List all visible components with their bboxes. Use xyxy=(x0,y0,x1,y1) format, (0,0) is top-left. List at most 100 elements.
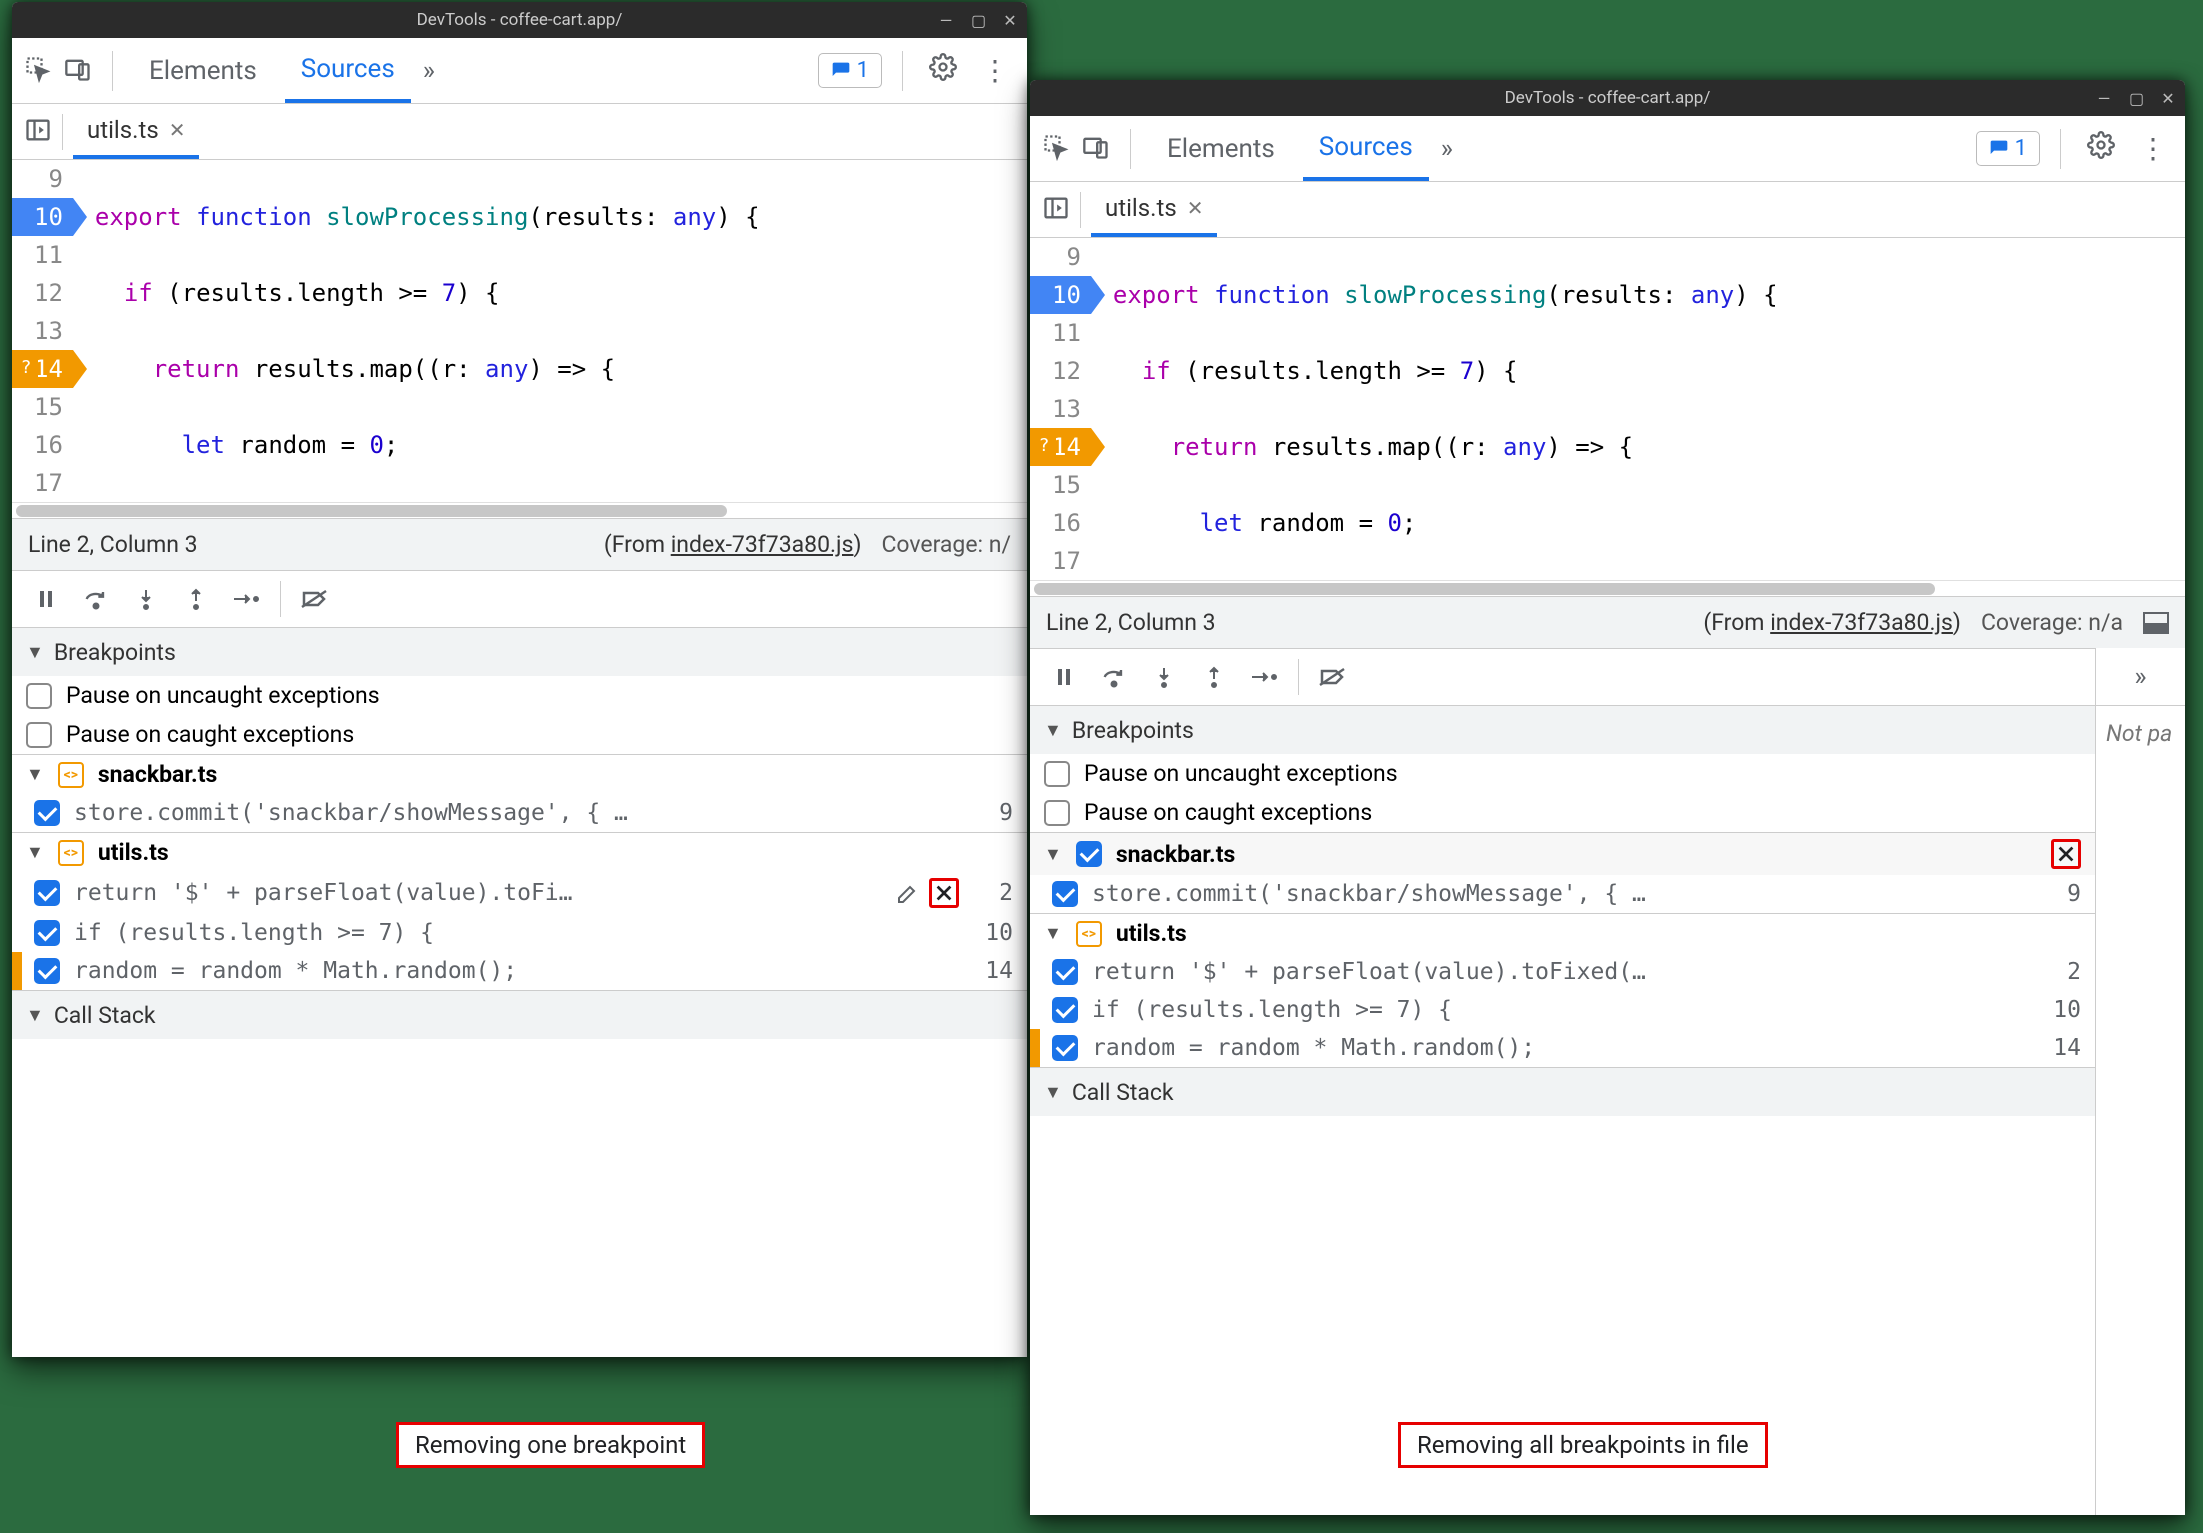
breakpoint-group-utils[interactable]: ▼ <> utils.ts xyxy=(12,833,1027,872)
checkbox[interactable] xyxy=(1052,959,1078,985)
show-navigator-icon[interactable] xyxy=(1042,194,1070,226)
checkbox[interactable] xyxy=(34,958,60,984)
tab-sources[interactable]: Sources xyxy=(285,38,411,103)
titlebar[interactable]: DevTools - coffee-cart.app/ — ▢ ✕ xyxy=(12,2,1027,38)
tab-sources[interactable]: Sources xyxy=(1303,116,1429,181)
step-into-icon[interactable] xyxy=(124,577,168,621)
callstack-heading[interactable]: ▼ Call Stack xyxy=(1030,1068,2095,1116)
settings-icon[interactable] xyxy=(923,53,963,88)
gutter[interactable]: 9 10 11 12 13 ?14 15 16 17 xyxy=(12,160,73,502)
breakpoint-group-snackbar[interactable]: ▼ <> snackbar.ts xyxy=(12,755,1027,794)
checkbox[interactable] xyxy=(1052,881,1078,907)
checkbox[interactable] xyxy=(1044,761,1070,787)
checkbox[interactable] xyxy=(34,920,60,946)
close-tab-icon[interactable]: ✕ xyxy=(1187,196,1204,220)
from-label: (From index-73f73a80.js) xyxy=(1703,609,1961,636)
orange-marker xyxy=(12,952,22,990)
pause-icon[interactable] xyxy=(1042,655,1086,699)
breakpoint-item[interactable]: store.commit('snackbar/showMessage', { …… xyxy=(12,794,1027,832)
maximize-icon[interactable]: ▢ xyxy=(971,11,985,30)
deactivate-breakpoints-icon[interactable] xyxy=(1311,655,1355,699)
tab-elements[interactable]: Elements xyxy=(133,38,273,103)
minimize-icon[interactable]: — xyxy=(2097,89,2111,108)
step-out-icon[interactable] xyxy=(174,577,218,621)
callstack-heading[interactable]: ▼ Call Stack xyxy=(12,991,1027,1039)
pause-uncaught-row[interactable]: Pause on uncaught exceptions xyxy=(1030,754,2095,793)
minimize-icon[interactable]: — xyxy=(939,11,953,30)
chevron-down-icon: ▼ xyxy=(1044,720,1062,741)
checkbox[interactable] xyxy=(1044,800,1070,826)
inspect-icon[interactable] xyxy=(24,55,52,87)
code-content[interactable]: export function slowProcessing(results: … xyxy=(1091,238,2185,580)
code-editor[interactable]: 9 10 11 12 13 ?14 15 16 17 export functi… xyxy=(1030,238,2185,580)
remove-file-breakpoints-button[interactable] xyxy=(2051,839,2081,869)
kebab-icon[interactable]: ⋮ xyxy=(2133,132,2173,165)
breakpoint-item[interactable]: return '$' + parseFloat(value).toFixed(…… xyxy=(1030,953,2095,991)
ts-file-icon: <> xyxy=(58,840,84,866)
breakpoint-item[interactable]: random = random * Math.random(); 14 xyxy=(1030,1029,2095,1067)
status-bar: Line 2, Column 3 (From index-73f73a80.js… xyxy=(12,518,1027,570)
pause-caught-row[interactable]: Pause on caught exceptions xyxy=(12,715,1027,754)
deactivate-breakpoints-icon[interactable] xyxy=(293,577,337,621)
code-editor[interactable]: 9 10 11 12 13 ?14 15 16 17 export functi… xyxy=(12,160,1027,502)
window-title: DevTools - coffee-cart.app/ xyxy=(417,10,623,30)
breakpoint-group-utils[interactable]: ▼ <> utils.ts xyxy=(1030,914,2095,953)
pause-uncaught-row[interactable]: Pause on uncaught exceptions xyxy=(12,676,1027,715)
show-navigator-icon[interactable] xyxy=(24,116,52,148)
more-tabs-icon[interactable]: » xyxy=(1441,134,1453,164)
close-icon[interactable]: ✕ xyxy=(1003,11,1017,30)
breakpoint-group-snackbar[interactable]: ▼ snackbar.ts xyxy=(1030,833,2095,875)
source-map-link[interactable]: index-73f73a80.js xyxy=(1770,609,1953,636)
checkbox[interactable] xyxy=(26,683,52,709)
step-out-icon[interactable] xyxy=(1192,655,1236,699)
settings-icon[interactable] xyxy=(2081,131,2121,166)
breakpoint-item[interactable]: if (results.length >= 7) { 10 xyxy=(1030,991,2095,1029)
expand-pane-icon[interactable]: » xyxy=(2134,662,2146,692)
breakpoint-item[interactable]: if (results.length >= 7) { 10 xyxy=(12,914,1027,952)
breakpoint-item[interactable]: random = random * Math.random(); 14 xyxy=(12,952,1027,990)
breakpoints-heading[interactable]: ▼ Breakpoints xyxy=(1030,706,2095,754)
source-map-link[interactable]: index-73f73a80.js xyxy=(671,531,854,558)
checkbox[interactable] xyxy=(1052,1035,1078,1061)
checkbox[interactable] xyxy=(1052,997,1078,1023)
step-into-icon[interactable] xyxy=(1142,655,1186,699)
horizontal-scrollbar[interactable] xyxy=(12,502,1027,518)
coverage-label: Coverage: n/ xyxy=(881,531,1011,558)
cursor-position: Line 2, Column 3 xyxy=(28,531,198,558)
close-tab-icon[interactable]: ✕ xyxy=(169,118,186,142)
breakpoint-item[interactable]: return '$' + parseFloat(value).toFi… 2 xyxy=(12,872,1027,914)
kebab-icon[interactable]: ⋮ xyxy=(975,54,1015,87)
step-over-icon[interactable] xyxy=(1092,655,1136,699)
titlebar[interactable]: DevTools - coffee-cart.app/ — ▢ ✕ xyxy=(1030,80,2185,116)
inspect-icon[interactable] xyxy=(1042,133,1070,165)
tab-elements[interactable]: Elements xyxy=(1151,116,1291,181)
more-tabs-icon[interactable]: » xyxy=(423,56,435,86)
device-icon[interactable] xyxy=(64,55,92,87)
file-tab-utils[interactable]: utils.ts ✕ xyxy=(1091,182,1217,237)
horizontal-scrollbar[interactable] xyxy=(1030,580,2185,596)
bottom-drawer-icon[interactable] xyxy=(2143,612,2169,634)
step-icon[interactable] xyxy=(1242,655,1286,699)
conditional-bp-icon: ? xyxy=(14,356,38,380)
code-content[interactable]: export function slowProcessing(results: … xyxy=(73,160,1027,502)
checkbox[interactable] xyxy=(1076,841,1102,867)
remove-breakpoint-button[interactable] xyxy=(929,878,959,908)
checkbox[interactable] xyxy=(26,722,52,748)
checkbox[interactable] xyxy=(34,880,60,906)
pause-caught-row[interactable]: Pause on caught exceptions xyxy=(1030,793,2095,832)
step-icon[interactable] xyxy=(224,577,268,621)
debug-toolbar xyxy=(1030,648,2095,706)
breakpoints-heading[interactable]: ▼ Breakpoints xyxy=(12,628,1027,676)
issues-button[interactable]: 1 xyxy=(818,53,882,88)
device-icon[interactable] xyxy=(1082,133,1110,165)
pause-icon[interactable] xyxy=(24,577,68,621)
checkbox[interactable] xyxy=(34,800,60,826)
edit-icon[interactable] xyxy=(893,878,923,908)
file-tab-utils[interactable]: utils.ts ✕ xyxy=(73,104,199,159)
close-icon[interactable]: ✕ xyxy=(2161,89,2175,108)
maximize-icon[interactable]: ▢ xyxy=(2129,89,2143,108)
gutter[interactable]: 9 10 11 12 13 ?14 15 16 17 xyxy=(1030,238,1091,580)
breakpoint-item[interactable]: store.commit('snackbar/showMessage', { …… xyxy=(1030,875,2095,913)
step-over-icon[interactable] xyxy=(74,577,118,621)
issues-button[interactable]: 1 xyxy=(1976,131,2040,166)
